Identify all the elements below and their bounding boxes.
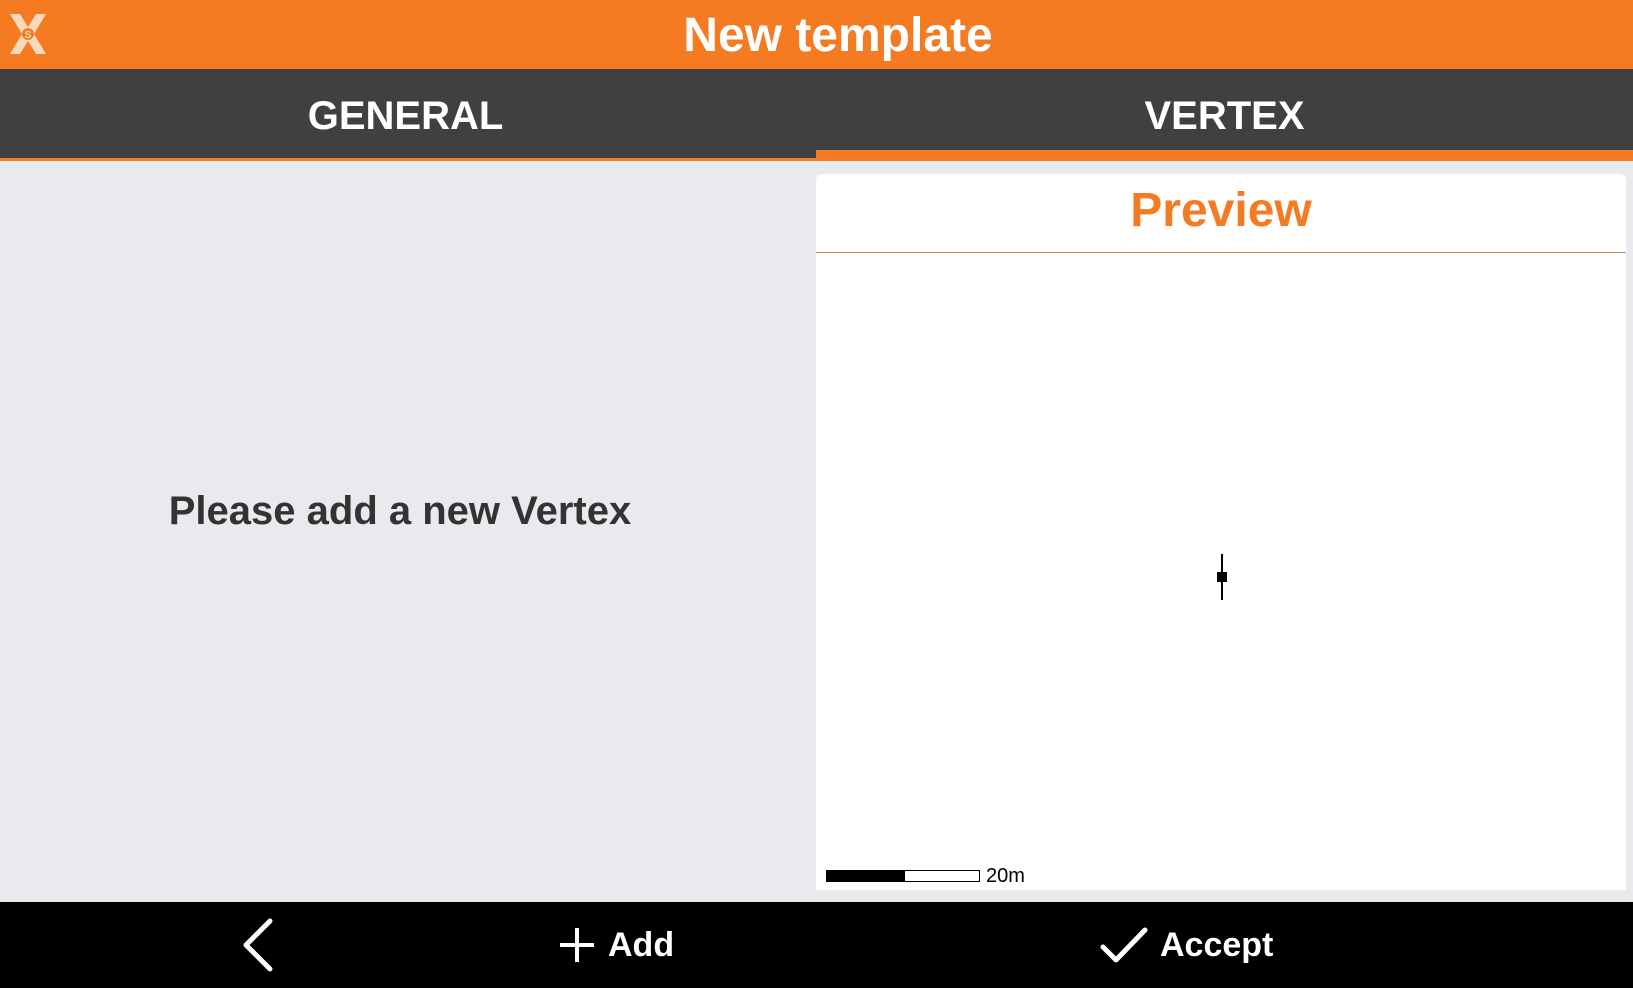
- vertex-marker-point: [1217, 572, 1227, 582]
- back-button[interactable]: [240, 902, 276, 988]
- tab-selected-indicator: [816, 150, 1633, 161]
- tab-bar: GENERAL VERTEX: [0, 69, 1633, 158]
- empty-state-message: Please add a new Vertex: [168, 489, 632, 533]
- scale-bar-label: 20m: [986, 865, 1025, 887]
- scale-bar: [826, 870, 980, 882]
- scale-bar-empty-segment: [904, 870, 980, 882]
- add-button[interactable]: Add: [558, 902, 674, 988]
- preview-divider: [816, 252, 1626, 253]
- accept-button[interactable]: Accept: [1100, 902, 1273, 988]
- scale-bar-filled-segment: [826, 870, 904, 882]
- plus-icon: [558, 926, 596, 964]
- add-button-label: Add: [608, 925, 675, 964]
- check-icon: [1100, 925, 1148, 965]
- tab-general[interactable]: GENERAL: [0, 69, 811, 158]
- chevron-left-icon: [240, 917, 276, 973]
- page-title: New template: [683, 9, 993, 62]
- title-bar: S New template: [0, 0, 1633, 69]
- preview-panel: Preview 20m: [816, 174, 1626, 890]
- tab-vertex[interactable]: VERTEX: [816, 69, 1633, 158]
- bottom-action-bar: Add Accept: [0, 902, 1633, 988]
- preview-title: Preview: [1130, 184, 1312, 237]
- vertex-list-pane: Please add a new Vertex: [0, 161, 816, 902]
- accept-button-label: Accept: [1160, 925, 1274, 964]
